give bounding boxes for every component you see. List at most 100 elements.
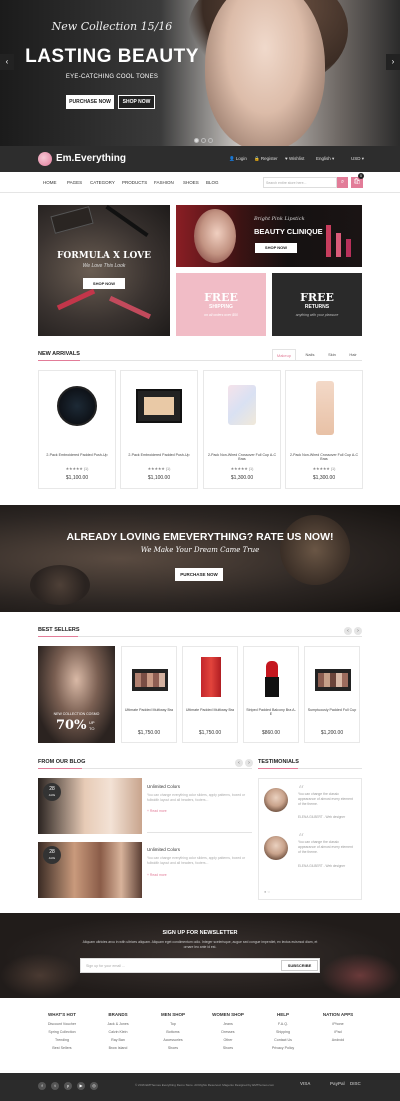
rate-purchase-button[interactable]: PURCHASE NOW <box>175 568 223 581</box>
login-link[interactable]: 👤 Login <box>229 156 247 162</box>
footer-link[interactable]: Bottoms <box>143 1030 203 1034</box>
footer-link[interactable]: Shoes <box>198 1046 258 1050</box>
nav-category[interactable]: CATEGORY <box>90 180 115 185</box>
footer-link[interactable]: Top <box>143 1022 203 1026</box>
nav-pages[interactable]: PAGES <box>67 180 82 185</box>
footer-link[interactable]: Privacy Policy <box>253 1046 313 1050</box>
footer-link[interactable]: Jack & Jones <box>88 1022 148 1026</box>
register-link[interactable]: 🔒 Register <box>254 156 278 162</box>
best-seller-card[interactable]: Sumptuously Padded Full Cup $1,200.00 <box>304 646 360 743</box>
testimonial-pager-dots[interactable]: ● ○ <box>264 889 270 894</box>
copyright-text: © 2016 EMThemes Everything Demo Store. A… <box>135 1083 275 1087</box>
blog-date-badge: 28 AUG <box>43 846 61 864</box>
footer-link[interactable]: Calvin Klein <box>88 1030 148 1034</box>
product-name[interactable]: 2-Pack Non-Wired Crossover Full Cup A-C … <box>289 453 359 461</box>
footer-link[interactable]: Discount Voucher <box>32 1022 92 1026</box>
footer-link[interactable]: Best Sellers <box>32 1046 92 1050</box>
best-sellers-prev-icon[interactable]: ‹ <box>344 627 352 635</box>
footer-link[interactable]: Android <box>308 1038 368 1042</box>
testimonial-text: You can change the classic appearance of… <box>298 840 353 854</box>
section-underline <box>38 360 80 361</box>
twitter-icon[interactable]: t <box>51 1082 59 1090</box>
bottom-bar <box>0 1073 400 1101</box>
rate-us-title: ALREADY LOVING EMEVERYTHING? RATE US NOW… <box>66 531 334 543</box>
instagram-icon[interactable]: ◎ <box>90 1082 98 1090</box>
footer-link[interactable]: Dresses <box>198 1030 258 1034</box>
slider-dot[interactable] <box>208 138 213 143</box>
footer-link[interactable]: Trending <box>32 1038 92 1042</box>
product-name[interactable]: 2-Pack Non-Wired Crossover Full Cup A-C … <box>207 453 277 461</box>
slider-next-icon[interactable]: › <box>386 54 400 70</box>
product-card[interactable]: 2-Pack Non-Wired Crossover Full Cup A-C … <box>203 370 281 489</box>
site-logo[interactable]: Em.Everything <box>56 153 126 164</box>
product-image <box>266 661 278 677</box>
nav-fashion[interactable]: FASHION <box>154 180 174 185</box>
nav-products[interactable]: PRODUCTS <box>122 180 147 185</box>
product-image <box>201 657 221 697</box>
tab-hair[interactable]: Hair <box>343 349 363 360</box>
youtube-icon[interactable]: ▶ <box>77 1082 85 1090</box>
search-icon[interactable]: ⌕ <box>337 177 348 188</box>
lipstick-shape <box>326 225 331 257</box>
product-name[interactable]: 2-Pack Embroidered Padded Push-Up <box>124 453 194 457</box>
footer-link[interactable]: F.A.Q. <box>253 1022 313 1026</box>
product-name[interactable]: Ultimate Padded Multiway Bra <box>185 708 235 712</box>
blog-post-excerpt: You can change everything color sliders,… <box>147 793 246 802</box>
nav-blog[interactable]: BLOG <box>206 180 219 185</box>
footer-link[interactable]: Jeans <box>198 1022 258 1026</box>
blog-next-icon[interactable]: › <box>245 759 253 767</box>
best-seller-card[interactable]: Striped Padded Balcony Bra A-E $860.00 <box>243 646 299 743</box>
footer-link[interactable]: Other <box>198 1038 258 1042</box>
product-name[interactable]: Sumptuously Padded Full Cup <box>307 708 357 712</box>
free-returns-title: FREE <box>300 291 334 304</box>
slider-prev-icon[interactable]: ‹ <box>0 54 14 70</box>
product-card[interactable]: 2-Pack Embroidered Padded Push-Up ★★★★★ … <box>38 370 116 489</box>
product-name[interactable]: Striped Padded Balcony Bra A-E <box>246 708 296 716</box>
nav-home[interactable]: HOME <box>43 180 57 185</box>
blog-read-more[interactable]: + Read more <box>147 873 167 877</box>
footer-link[interactable]: Shipping <box>253 1030 313 1034</box>
blog-prev-icon[interactable]: ‹ <box>235 759 243 767</box>
footer-link[interactable]: Spring Collection <box>32 1030 92 1034</box>
search-input[interactable]: Search entire store here... <box>263 177 337 188</box>
blog-post-title[interactable]: Unlimited Colors <box>147 847 180 852</box>
tab-makeup[interactable]: Makeup <box>272 349 296 360</box>
product-image <box>228 385 256 425</box>
banner-2-shop-button[interactable]: SHOP NOW <box>255 243 297 253</box>
promo-label: NEW COLLECTION COSMO <box>53 712 100 716</box>
banner-1-shop-button[interactable]: SHOP NOW <box>83 278 125 289</box>
footer-link[interactable]: Shoes <box>143 1046 203 1050</box>
shop-now-button[interactable]: SHOP NOW <box>118 95 155 109</box>
pinterest-icon[interactable]: p <box>64 1082 72 1090</box>
footer-link[interactable]: Contact Us <box>253 1038 313 1042</box>
language-select[interactable]: English ▾ <box>316 156 334 162</box>
beauty-clinique-banner[interactable] <box>176 205 362 267</box>
footer-link[interactable]: iPad <box>308 1030 368 1034</box>
formula-love-banner[interactable] <box>38 205 170 336</box>
product-card[interactable]: 2-Pack Non-Wired Crossover Full Cup A-C … <box>285 370 363 489</box>
product-price: $1,750.00 <box>198 730 222 736</box>
slider-dot[interactable] <box>194 138 199 143</box>
purchase-now-button[interactable]: PURCHASE NOW <box>66 95 114 109</box>
wishlist-link[interactable]: ♥ Wishlist <box>285 156 304 161</box>
tab-nails[interactable]: Nails <box>300 349 320 360</box>
product-name[interactable]: 2-Pack Embroidered Padded Push-Up <box>42 453 112 457</box>
subscribe-button[interactable]: SUBSCRIBE <box>281 960 318 971</box>
footer-link[interactable]: Ray Ban <box>88 1038 148 1042</box>
best-seller-card[interactable]: Ultimate Padded Multiway Bra $1,750.00 <box>182 646 238 743</box>
footer-link[interactable]: iPhone <box>308 1022 368 1026</box>
facebook-icon[interactable]: f <box>38 1082 46 1090</box>
logo-icon[interactable] <box>38 152 52 166</box>
blog-post-title[interactable]: Unlimited Colors <box>147 784 180 789</box>
blog-read-more[interactable]: + Read more <box>147 809 167 813</box>
product-card[interactable]: 2-Pack Embroidered Padded Push-Up ★★★★★ … <box>120 370 198 489</box>
currency-select[interactable]: USD ▾ <box>351 156 364 162</box>
best-seller-card[interactable]: Ultimate Padded Multiway Bra $1,750.00 <box>121 646 177 743</box>
slider-dot[interactable] <box>201 138 206 143</box>
tab-skin[interactable]: Skin <box>322 349 342 360</box>
product-name[interactable]: Ultimate Padded Multiway Bra <box>124 708 174 712</box>
nav-shoes[interactable]: SHOES <box>183 180 199 185</box>
best-sellers-next-icon[interactable]: › <box>354 627 362 635</box>
footer-link[interactable]: Accessories <box>143 1038 203 1042</box>
footer-link[interactable]: Brow Island <box>88 1046 148 1050</box>
